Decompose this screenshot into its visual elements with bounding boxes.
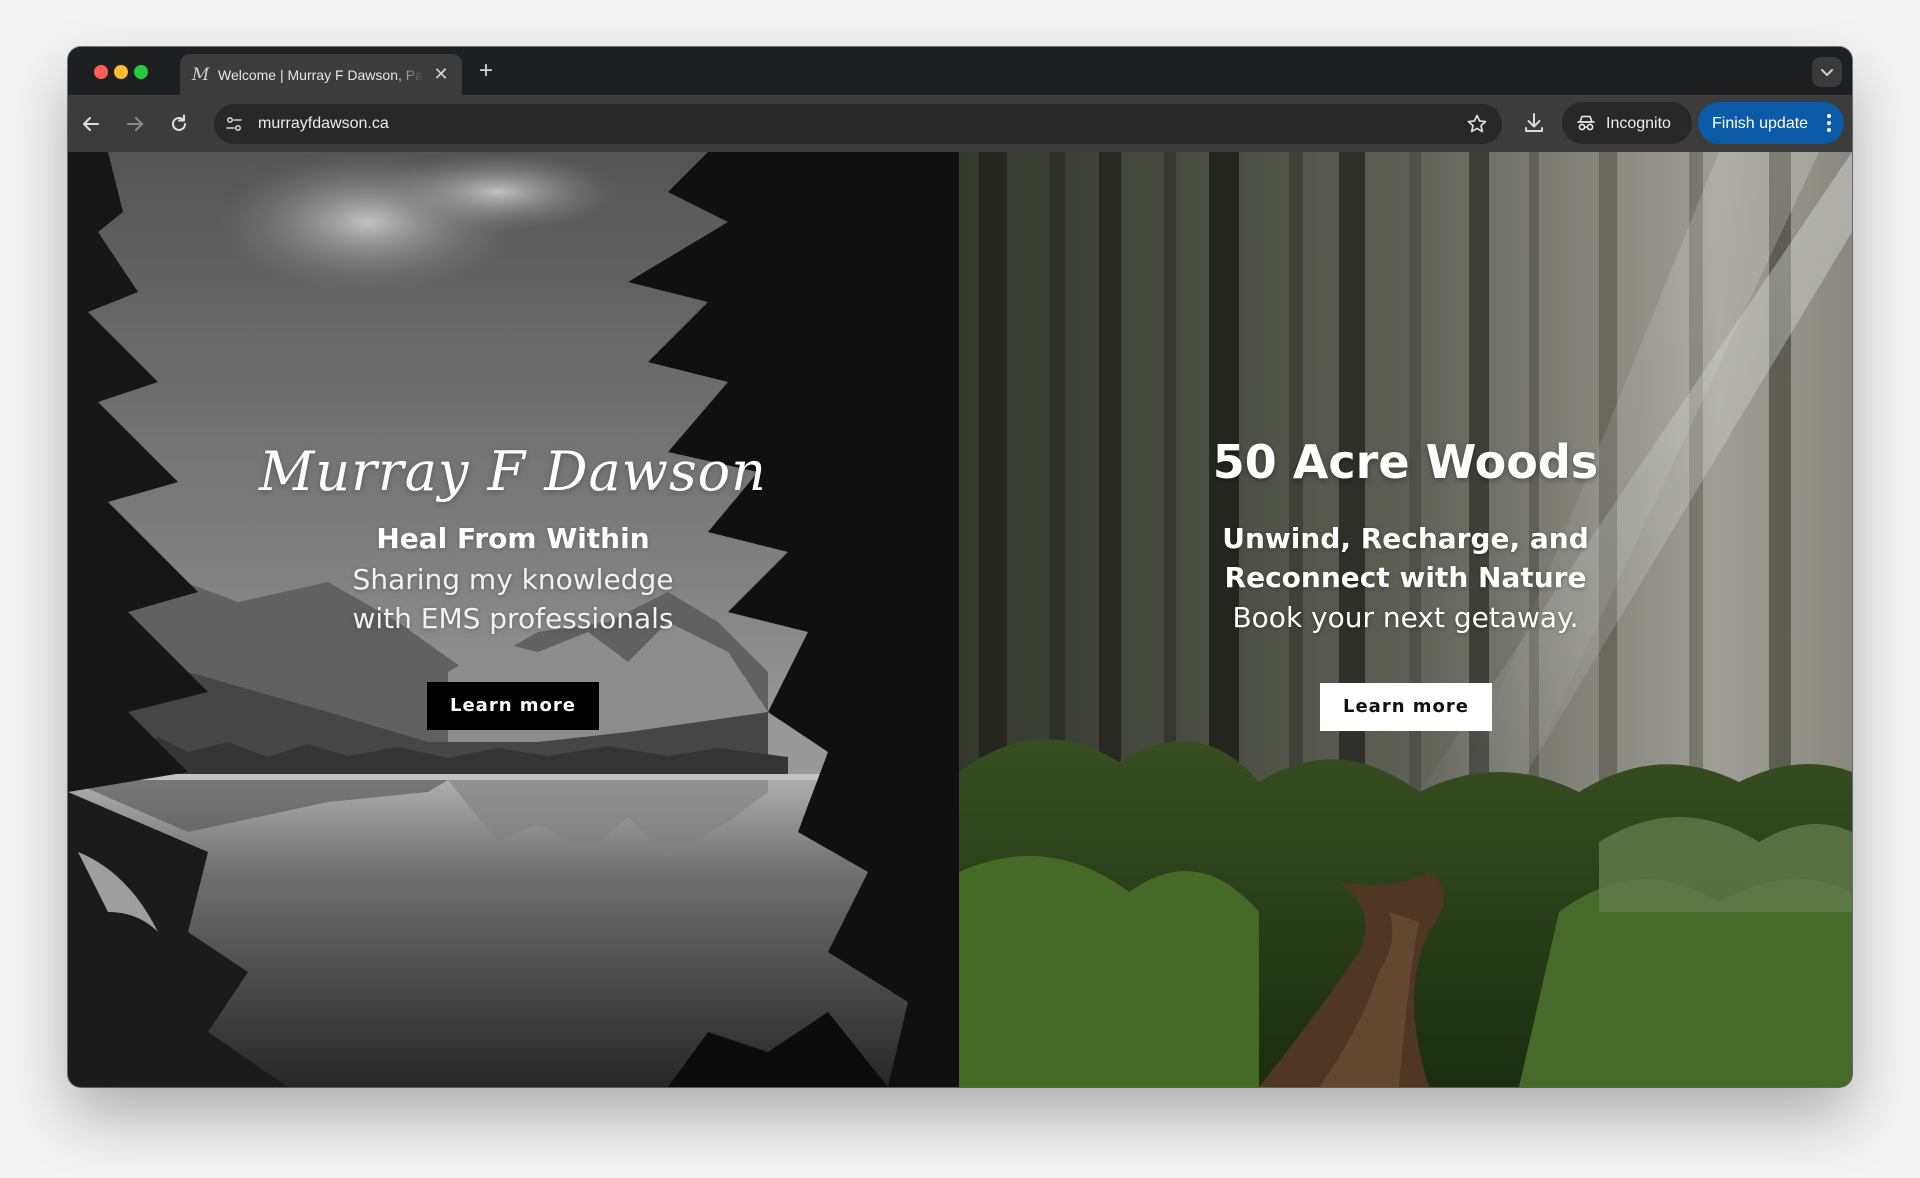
murray-description-line-1: Sharing my knowledge bbox=[352, 563, 674, 596]
site-info-icon bbox=[226, 116, 242, 132]
minimize-window-button[interactable] bbox=[114, 65, 128, 79]
close-icon[interactable]: ✕ bbox=[432, 65, 450, 83]
incognito-label: Incognito bbox=[1606, 115, 1671, 132]
finish-update-label: Finish update bbox=[1712, 115, 1809, 132]
maximize-window-button[interactable] bbox=[134, 65, 148, 79]
woods-description: Book your next getaway. bbox=[1232, 601, 1579, 634]
site-favicon-icon: M bbox=[192, 65, 210, 85]
murray-description-line-2: with EMS professionals bbox=[352, 602, 674, 635]
site-info-button[interactable] bbox=[224, 114, 244, 134]
new-tab-button[interactable]: + bbox=[474, 59, 498, 83]
tab-strip: M Welcome | Murray F Dawson, Paramedic ✕… bbox=[68, 47, 1852, 95]
reload-button[interactable] bbox=[166, 111, 192, 137]
finish-update-button[interactable]: Finish update bbox=[1698, 102, 1844, 144]
browser-toolbar: murrayfdawson.ca Incognito Finish update bbox=[68, 95, 1852, 152]
tab-active[interactable]: M Welcome | Murray F Dawson, Paramedic ✕ bbox=[180, 54, 462, 95]
url-text[interactable]: murrayfdawson.ca bbox=[258, 115, 389, 133]
woods-learn-more-button[interactable]: Learn more bbox=[1320, 683, 1492, 731]
murray-tagline: Heal From Within bbox=[376, 522, 650, 555]
page-viewport: Murray F Dawson Heal From Within Sharing… bbox=[68, 152, 1852, 1087]
murray-panel[interactable]: Murray F Dawson Heal From Within Sharing… bbox=[68, 152, 958, 1087]
address-bar[interactable]: murrayfdawson.ca bbox=[214, 104, 1502, 144]
woods-panel[interactable]: 50 Acre Woods Unwind, Recharge, and Reco… bbox=[959, 152, 1852, 1087]
bookmark-button[interactable] bbox=[1466, 113, 1488, 135]
bookmark-star-icon bbox=[1467, 114, 1487, 133]
back-arrow-icon bbox=[83, 117, 99, 131]
browser-window: M Welcome | Murray F Dawson, Paramedic ✕… bbox=[68, 47, 1852, 1087]
woods-title: 50 Acre Woods bbox=[1212, 435, 1599, 489]
tab-title: Welcome | Murray F Dawson, Paramedic bbox=[218, 67, 424, 83]
reload-icon bbox=[172, 114, 186, 131]
close-window-button[interactable] bbox=[94, 65, 108, 79]
more-vert-icon bbox=[1827, 114, 1831, 132]
woods-tagline-line-2: Reconnect with Nature bbox=[1224, 561, 1587, 594]
murray-learn-more-button[interactable]: Learn more bbox=[427, 682, 599, 730]
murray-description: Sharing my knowledge with EMS profession… bbox=[68, 560, 958, 638]
incognito-indicator[interactable]: Incognito bbox=[1562, 102, 1692, 144]
forward-button[interactable] bbox=[122, 111, 148, 137]
forward-arrow-icon bbox=[127, 117, 143, 131]
download-icon bbox=[1525, 113, 1543, 132]
downloads-button[interactable] bbox=[1520, 109, 1548, 137]
murray-title: Murray F Dawson bbox=[259, 440, 767, 503]
woods-tagline: Unwind, Recharge, and Reconnect with Nat… bbox=[959, 519, 1852, 597]
back-button[interactable] bbox=[78, 111, 104, 137]
tab-search-button[interactable] bbox=[1812, 57, 1842, 87]
chevron-down-icon bbox=[1821, 69, 1833, 76]
incognito-icon bbox=[1577, 115, 1595, 131]
woods-tagline-line-1: Unwind, Recharge, and bbox=[1222, 522, 1589, 555]
